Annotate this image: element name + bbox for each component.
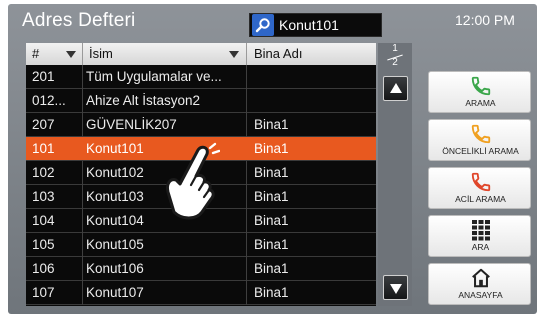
home-button[interactable]: ANASAYFA xyxy=(428,263,531,305)
arrow-up-icon xyxy=(390,83,402,93)
table-row[interactable]: 106 Konut106 Bina1 xyxy=(26,257,376,281)
cell-building: Bina1 xyxy=(254,237,289,252)
sort-arrow-icon[interactable] xyxy=(66,51,76,58)
scroll-down-button[interactable] xyxy=(383,275,408,300)
column-header-number[interactable]: # xyxy=(32,46,39,61)
cell-name: Konut107 xyxy=(86,285,144,300)
table-row[interactable]: 105 Konut105 Bina1 xyxy=(26,233,376,257)
home-icon xyxy=(429,267,532,289)
column-divider xyxy=(82,65,83,89)
cell-number: 207 xyxy=(32,117,55,132)
column-divider xyxy=(82,257,83,281)
call-button[interactable]: ARAMA xyxy=(428,71,531,113)
cell-building: Bina1 xyxy=(254,189,289,204)
cell-building: Bina1 xyxy=(254,141,289,156)
column-divider xyxy=(246,185,247,209)
priority-call-button-label: ÖNCELİKLİ ARAMA xyxy=(442,146,519,156)
priority-call-button[interactable]: ÖNCELİKLİ ARAMA xyxy=(428,119,531,161)
table-header: # İsim Bina Adı xyxy=(26,43,376,65)
column-header-building[interactable]: Bina Adı xyxy=(254,46,302,61)
phone-icon xyxy=(429,123,532,145)
dial-button-label: ARA xyxy=(471,242,490,252)
column-divider xyxy=(246,65,247,89)
scroll-up-button[interactable] xyxy=(383,76,408,101)
cell-name: Konut105 xyxy=(86,237,144,252)
keypad-icon xyxy=(429,219,532,241)
cell-name: Ahize Alt İstasyon2 xyxy=(86,93,201,108)
column-divider xyxy=(246,161,247,185)
column-divider xyxy=(82,209,83,233)
column-divider xyxy=(82,161,83,185)
cell-number: 201 xyxy=(32,69,55,84)
emergency-call-button[interactable]: ACİL ARAMA xyxy=(428,167,531,209)
column-divider xyxy=(246,281,247,305)
sort-arrow-icon[interactable] xyxy=(229,51,239,58)
page-title: Adres Defteri xyxy=(22,10,136,31)
cell-number: 101 xyxy=(32,141,55,156)
clock: 12:00 PM xyxy=(455,12,515,28)
cell-building: Bina1 xyxy=(254,165,289,180)
cell-number: 102 xyxy=(32,165,55,180)
column-divider xyxy=(246,257,247,281)
emergency-call-button-label: ACİL ARAMA xyxy=(455,194,506,204)
call-button-label: ARAMA xyxy=(465,98,496,108)
column-divider xyxy=(82,113,83,137)
page-total: 2 xyxy=(392,57,398,68)
phone-icon xyxy=(429,75,532,97)
cell-building: Bina1 xyxy=(254,285,289,300)
column-divider xyxy=(82,281,83,305)
scrollbar: 1 2 xyxy=(378,43,412,306)
column-divider xyxy=(82,185,83,209)
cell-number: 106 xyxy=(32,261,55,276)
cell-number: 103 xyxy=(32,189,55,204)
dial-button[interactable]: ARA xyxy=(428,215,531,257)
search-box[interactable]: Konut101 xyxy=(249,13,382,37)
cell-number: 107 xyxy=(32,285,55,300)
phone-icon xyxy=(429,171,532,193)
column-divider xyxy=(82,89,83,113)
table-row[interactable]: 107 Konut107 Bina1 xyxy=(26,281,376,305)
column-divider xyxy=(82,43,83,65)
cell-building: Bina1 xyxy=(254,117,289,132)
pointing-hand-icon xyxy=(158,142,221,227)
column-divider xyxy=(82,233,83,257)
table-row[interactable]: 207 GÜVENLİK207 Bina1 xyxy=(26,113,376,137)
table-row[interactable]: 012... Ahize Alt İstasyon2 xyxy=(26,89,376,113)
cell-building: Bina1 xyxy=(254,261,289,276)
column-divider xyxy=(246,113,247,137)
cell-name: Tüm Uygulamalar ve... xyxy=(86,69,222,84)
cell-name: Konut106 xyxy=(86,261,144,276)
column-header-name[interactable]: İsim xyxy=(89,46,113,61)
search-query: Konut101 xyxy=(279,17,339,33)
column-divider xyxy=(246,43,247,65)
column-divider xyxy=(246,89,247,113)
cell-number: 105 xyxy=(32,237,55,252)
home-button-label: ANASAYFA xyxy=(458,290,503,300)
column-divider xyxy=(246,233,247,257)
cell-building: Bina1 xyxy=(254,213,289,228)
cell-number: 012... xyxy=(32,93,66,108)
table-row[interactable]: 201 Tüm Uygulamalar ve... xyxy=(26,65,376,89)
page-current: 1 xyxy=(392,43,398,54)
search-icon[interactable] xyxy=(252,14,274,36)
cell-name: GÜVENLİK207 xyxy=(86,117,177,132)
arrow-down-icon xyxy=(390,284,402,294)
column-divider xyxy=(246,209,247,233)
cell-number: 104 xyxy=(32,213,55,228)
